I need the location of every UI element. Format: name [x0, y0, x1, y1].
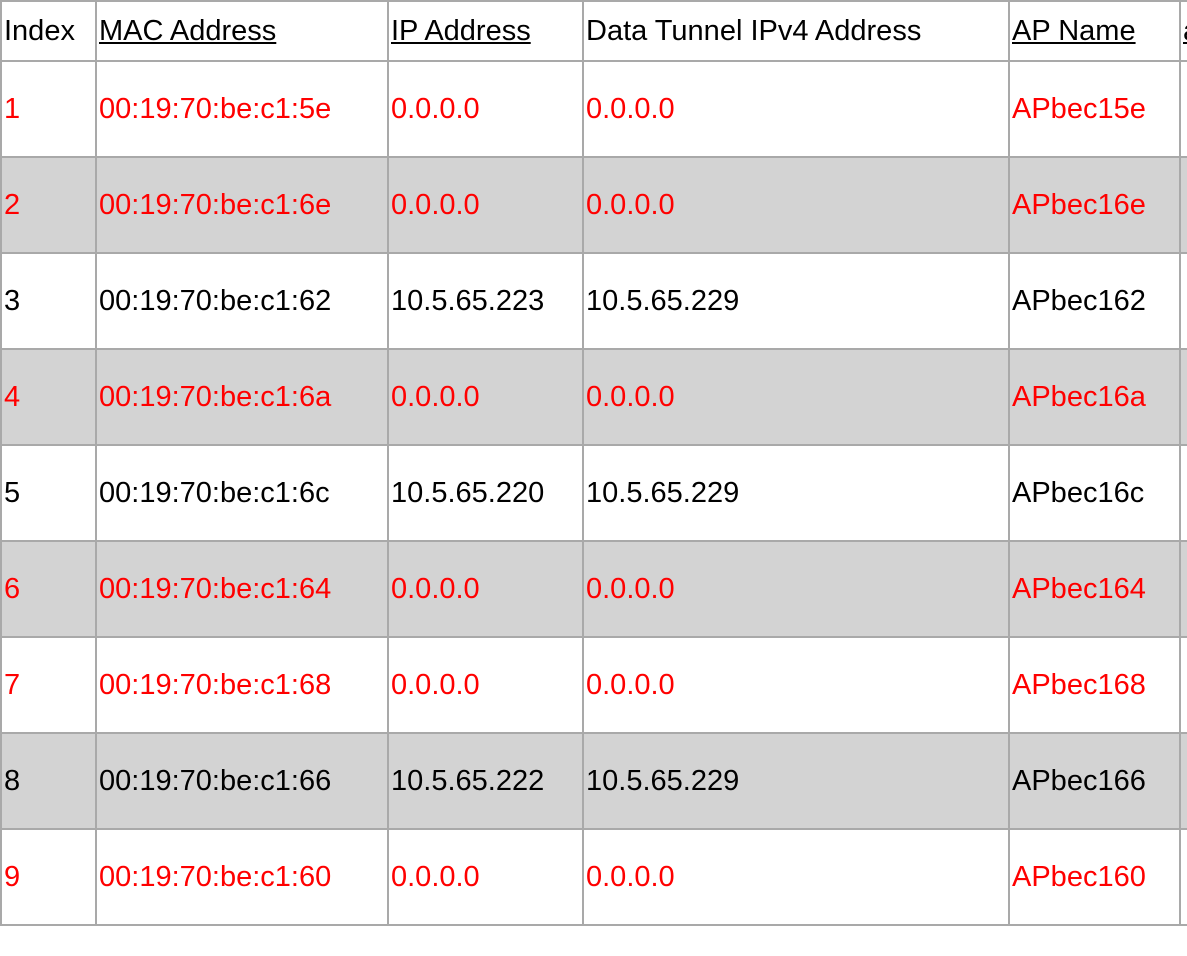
cell-mac-address: 00:19:70:be:c1:5e [95, 60, 389, 158]
table-row[interactable]: 2 00:19:70:be:c1:6e 0.0.0.0 0.0.0.0 APbec16e [0, 156, 1187, 254]
header-ip-address: IP Address [387, 0, 584, 62]
cell-mac-address: 00:19:70:be:c1:6a [95, 348, 389, 446]
cell-ap-name: APbec15e [1008, 60, 1181, 158]
cell-ip-address: 0.0.0.0 [387, 156, 584, 254]
cell-data-tunnel-ipv4: 0.0.0.0 [582, 828, 1010, 926]
cell-index: 4 [0, 348, 97, 446]
header-mac-address: MAC Address [95, 0, 389, 62]
cell-ip-address: 0.0.0.0 [387, 540, 584, 638]
cell-index: 8 [0, 732, 97, 830]
table-body: 1 00:19:70:be:c1:5e 0.0.0.0 0.0.0.0 APbec15e… [0, 60, 1187, 926]
sort-by-ap-name-link[interactable]: AP Name [1012, 15, 1136, 47]
cell-index: 2 [0, 156, 97, 254]
cell-mac-address: 00:19:70:be:c1:6e [95, 156, 389, 254]
header-ap-name: AP Name [1008, 0, 1181, 62]
cell-ip-address: 0.0.0.0 [387, 348, 584, 446]
cell-extra [1179, 444, 1187, 542]
cell-ap-name: APbec164 [1008, 540, 1181, 638]
sort-by-mac-address-link[interactable]: MAC Address [99, 15, 276, 47]
cell-ap-name: APbec16a [1008, 348, 1181, 446]
cell-data-tunnel-ipv4: 0.0.0.0 [582, 348, 1010, 446]
cell-extra [1179, 60, 1187, 158]
cell-extra [1179, 540, 1187, 638]
cell-ap-name: APbec162 [1008, 252, 1181, 350]
sort-by-ip-address-link[interactable]: IP Address [391, 15, 531, 47]
table-row[interactable]: 7 00:19:70:be:c1:68 0.0.0.0 0.0.0.0 APbec168 [0, 636, 1187, 734]
cell-ap-name: APbec16c [1008, 444, 1181, 542]
cell-index: 1 [0, 60, 97, 158]
cell-data-tunnel-ipv4: 10.5.65.229 [582, 732, 1010, 830]
cell-index: 5 [0, 444, 97, 542]
cell-index: 9 [0, 828, 97, 926]
cell-mac-address: 00:19:70:be:c1:62 [95, 252, 389, 350]
table-row[interactable]: 9 00:19:70:be:c1:60 0.0.0.0 0.0.0.0 APbec160 [0, 828, 1187, 926]
cell-data-tunnel-ipv4: 10.5.65.229 [582, 252, 1010, 350]
cell-ip-address: 10.5.65.223 [387, 252, 584, 350]
table-row[interactable]: 4 00:19:70:be:c1:6a 0.0.0.0 0.0.0.0 APbec16a [0, 348, 1187, 446]
cell-ip-address: 0.0.0.0 [387, 828, 584, 926]
cell-data-tunnel-ipv4: 0.0.0.0 [582, 60, 1010, 158]
cell-extra [1179, 252, 1187, 350]
access-point-table: Index MAC Address IP Address Data Tunnel… [0, 0, 1187, 926]
cell-extra [1179, 156, 1187, 254]
cell-extra [1179, 828, 1187, 926]
cell-mac-address: 00:19:70:be:c1:64 [95, 540, 389, 638]
cell-index: 7 [0, 636, 97, 734]
cell-index: 6 [0, 540, 97, 638]
cell-data-tunnel-ipv4: 0.0.0.0 [582, 540, 1010, 638]
cell-ip-address: 10.5.65.220 [387, 444, 584, 542]
table-header-row: Index MAC Address IP Address Data Tunnel… [0, 0, 1187, 62]
table-row[interactable]: 8 00:19:70:be:c1:66 10.5.65.222 10.5.65.229… [0, 732, 1187, 830]
header-data-tunnel-ipv4-label: Data Tunnel IPv4 Address [586, 14, 922, 47]
cell-data-tunnel-ipv4: 0.0.0.0 [582, 636, 1010, 734]
cell-ap-name: APbec168 [1008, 636, 1181, 734]
cell-mac-address: 00:19:70:be:c1:6c [95, 444, 389, 542]
cell-ap-name: APbec160 [1008, 828, 1181, 926]
cell-ap-name: APbec166 [1008, 732, 1181, 830]
table-row[interactable]: 6 00:19:70:be:c1:64 0.0.0.0 0.0.0.0 APbec164 [0, 540, 1187, 638]
cell-mac-address: 00:19:70:be:c1:68 [95, 636, 389, 734]
cell-data-tunnel-ipv4: 0.0.0.0 [582, 156, 1010, 254]
cell-extra [1179, 348, 1187, 446]
table-row[interactable]: 5 00:19:70:be:c1:6c 10.5.65.220 10.5.65.229… [0, 444, 1187, 542]
header-extra-column: a [1179, 0, 1187, 62]
header-index-label: Index [4, 14, 75, 47]
cell-index: 3 [0, 252, 97, 350]
cell-extra [1179, 732, 1187, 830]
cell-ip-address: 0.0.0.0 [387, 60, 584, 158]
cell-ap-name: APbec16e [1008, 156, 1181, 254]
cell-ip-address: 10.5.65.222 [387, 732, 584, 830]
header-index: Index [0, 0, 97, 62]
cell-mac-address: 00:19:70:be:c1:66 [95, 732, 389, 830]
header-data-tunnel-ipv4: Data Tunnel IPv4 Address [582, 0, 1010, 62]
table-row[interactable]: 1 00:19:70:be:c1:5e 0.0.0.0 0.0.0.0 APbec15e [0, 60, 1187, 158]
cell-data-tunnel-ipv4: 10.5.65.229 [582, 444, 1010, 542]
cell-extra [1179, 636, 1187, 734]
sort-by-extra-column-link[interactable]: a [1183, 15, 1187, 47]
table-row[interactable]: 3 00:19:70:be:c1:62 10.5.65.223 10.5.65.229… [0, 252, 1187, 350]
page: Index MAC Address IP Address Data Tunnel… [0, 0, 1187, 956]
cell-ip-address: 0.0.0.0 [387, 636, 584, 734]
cell-mac-address: 00:19:70:be:c1:60 [95, 828, 389, 926]
